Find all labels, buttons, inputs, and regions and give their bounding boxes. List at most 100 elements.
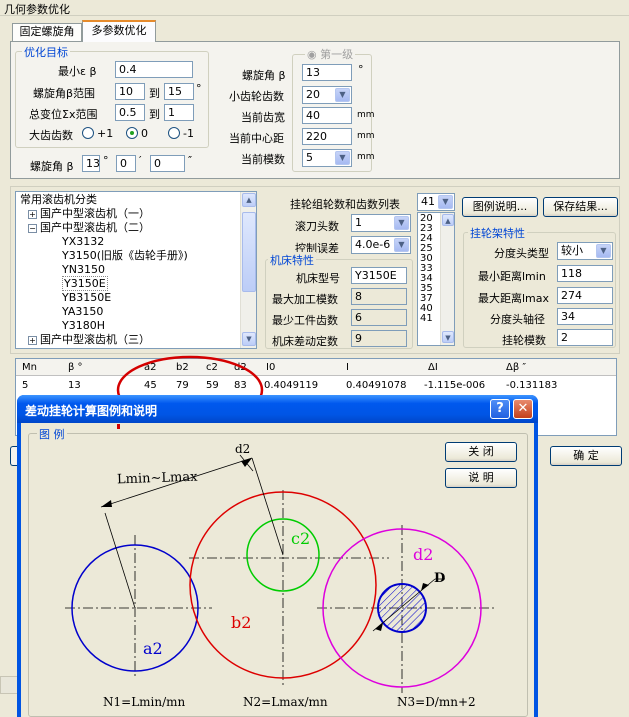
first-stage-title: ◉ 第一级: [305, 46, 356, 62]
chevron-down-icon[interactable]: ▼: [438, 195, 453, 209]
fs-pinion-select[interactable]: 20 ▼: [302, 86, 352, 104]
radio-zero-label: 0: [141, 127, 148, 140]
head-type-select[interactable]: 较小 ▼: [557, 242, 613, 260]
tree-item[interactable]: YX3132: [20, 235, 252, 249]
grid-cell[interactable]: -0.131183: [506, 380, 557, 391]
model-label: 机床型号: [296, 272, 340, 285]
arrow-head: [375, 623, 383, 631]
expand-icon[interactable]: +: [28, 335, 37, 345]
tab-multi-param[interactable]: 多参数优化: [82, 20, 156, 42]
minteeth-input: 6: [351, 309, 407, 326]
fs-module-select[interactable]: 5 ▼: [302, 149, 352, 167]
d2-label: d2: [413, 545, 434, 564]
tree-root[interactable]: 常用滚齿机分类: [20, 193, 252, 207]
collapse-icon[interactable]: −: [28, 223, 37, 233]
grid-header-cell[interactable]: Δβ ″: [506, 362, 526, 373]
tree-item[interactable]: YB3150E: [20, 291, 252, 305]
fs-width-input[interactable]: 40: [302, 107, 352, 124]
beta-from-input[interactable]: 10: [115, 83, 145, 100]
lmax-input[interactable]: 274: [557, 287, 613, 304]
fs-center-input[interactable]: 220: [302, 128, 352, 145]
lmax-label: 最大距离lmax: [478, 292, 550, 305]
chevron-down-icon[interactable]: ▼: [335, 88, 350, 102]
hobbing-machine-tree[interactable]: 常用滚齿机分类 + 国产中型滚齿机（一） − 国产中型滚齿机（二） YX3132 Y…: [15, 191, 257, 349]
head-type-label: 分度头类型: [494, 247, 549, 260]
grid-cell[interactable]: 0.40491078: [346, 380, 406, 391]
tree-item[interactable]: YN3150: [20, 263, 252, 277]
arrow-head: [421, 583, 429, 591]
shaft-input[interactable]: 34: [557, 308, 613, 325]
radio-minus1[interactable]: [168, 127, 180, 139]
min-eb-input[interactable]: 0.4: [115, 61, 193, 78]
fs-module-unit: mm: [357, 152, 375, 162]
fs-center-label: 当前中心距: [229, 132, 284, 145]
tree-scrollbar[interactable]: ▲ ▼: [240, 192, 256, 348]
radio-plus1[interactable]: [82, 127, 94, 139]
fs-beta-input[interactable]: 13: [302, 64, 352, 81]
beta-sec-mark: ″: [188, 154, 193, 167]
lmin-input[interactable]: 118: [557, 265, 613, 282]
beta-sec-input[interactable]: 0: [150, 155, 185, 172]
expand-icon[interactable]: +: [28, 209, 37, 219]
maxmod-input: 8: [351, 288, 407, 305]
annotation-mark: [117, 424, 120, 429]
grid-header-cell[interactable]: Mn: [22, 362, 37, 373]
gear-teeth-list[interactable]: 20 23 24 25 30 33 34 35 37 40 41 ▲ ▼: [417, 212, 455, 346]
ctrl-error-select[interactable]: 4.0e-6 ▼: [351, 236, 411, 254]
tree-item[interactable]: YA3150: [20, 305, 252, 319]
radio-zero[interactable]: [126, 127, 138, 139]
hob-starts-select[interactable]: 1 ▼: [351, 214, 411, 232]
diff-input: 9: [351, 330, 407, 347]
gear-set-select[interactable]: 41 ▼: [417, 193, 455, 211]
beta-deg-input[interactable]: 13: [82, 155, 100, 172]
chevron-down-icon[interactable]: ▼: [394, 216, 409, 230]
scroll-up-icon[interactable]: ▲: [442, 214, 454, 226]
grid-cell[interactable]: -1.115e-006: [424, 380, 485, 391]
beta-to-input[interactable]: 15: [164, 83, 194, 100]
chevron-down-icon[interactable]: ▼: [394, 238, 409, 252]
maxmod-label: 最大加工模数: [272, 293, 338, 306]
grid-cell[interactable]: 13: [68, 380, 81, 391]
legend-button[interactable]: 图例说明...: [462, 197, 538, 217]
beta-min-input[interactable]: 0: [116, 155, 136, 172]
fs-width-unit: mm: [357, 110, 375, 120]
fs-beta-unit: °: [358, 63, 364, 76]
min-eb-label: 最小ε β: [58, 65, 97, 78]
grid-header-cell[interactable]: I: [346, 362, 349, 373]
n2-formula: N2=Lmax/mn: [243, 695, 328, 709]
sum-to-input[interactable]: 1: [164, 104, 194, 121]
tab-fixed-helix[interactable]: 固定螺旋角: [12, 23, 82, 41]
list-scrollbar[interactable]: ▲ ▼: [440, 213, 454, 345]
scroll-down-icon[interactable]: ▼: [242, 332, 256, 346]
ok-button[interactable]: 确 定: [550, 446, 622, 466]
sum-from-input[interactable]: 0.5: [115, 104, 145, 121]
tree-item-selected[interactable]: Y3150E: [20, 276, 252, 291]
scroll-up-icon[interactable]: ▲: [242, 193, 256, 207]
lmin-dim-line-a: [104, 512, 136, 609]
tree-item[interactable]: + 国产中型滚齿机（一）: [20, 207, 252, 221]
first-stage-radio-icon: ◉: [307, 48, 317, 61]
a2-label: a2: [143, 639, 163, 658]
frame-mod-input[interactable]: 2: [557, 329, 613, 346]
save-button[interactable]: 保存结果...: [543, 197, 618, 217]
scroll-down-icon[interactable]: ▼: [442, 331, 454, 343]
lmin-label: 最小距离lmin: [478, 270, 546, 283]
beta-min-mark: ′: [139, 154, 142, 167]
grid-header-cell[interactable]: β °: [68, 362, 83, 373]
model-input[interactable]: Y3150E: [351, 267, 407, 284]
d2-dim-label: d2: [235, 442, 251, 456]
degree-mark: °: [196, 82, 202, 95]
chevron-down-icon[interactable]: ▼: [596, 244, 611, 258]
grid-cell[interactable]: 0.4049119: [264, 380, 318, 391]
tree-item[interactable]: + 国产中型滚齿机（三）: [20, 333, 252, 347]
tree-item[interactable]: Y3180H: [20, 319, 252, 333]
grid-header-cell[interactable]: ΔI: [428, 362, 438, 373]
scroll-thumb[interactable]: [242, 212, 256, 292]
grid-cell[interactable]: 5: [22, 380, 28, 391]
tree-item[interactable]: Y3150(旧版《齿轮手册》): [20, 249, 252, 263]
beta-range-label: 螺旋角β范围: [33, 87, 96, 100]
chevron-down-icon[interactable]: ▼: [335, 151, 350, 165]
tree-item[interactable]: − 国产中型滚齿机（二）: [20, 221, 252, 235]
frame-mod-label: 挂轮模数: [502, 334, 546, 347]
n1-formula: N1=Lmin/mn: [103, 695, 186, 709]
